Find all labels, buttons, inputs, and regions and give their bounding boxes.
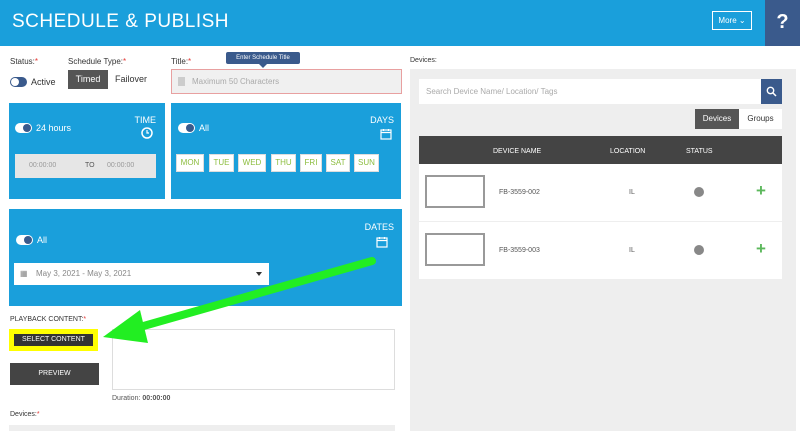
annotation-arrow: [103, 257, 376, 343]
